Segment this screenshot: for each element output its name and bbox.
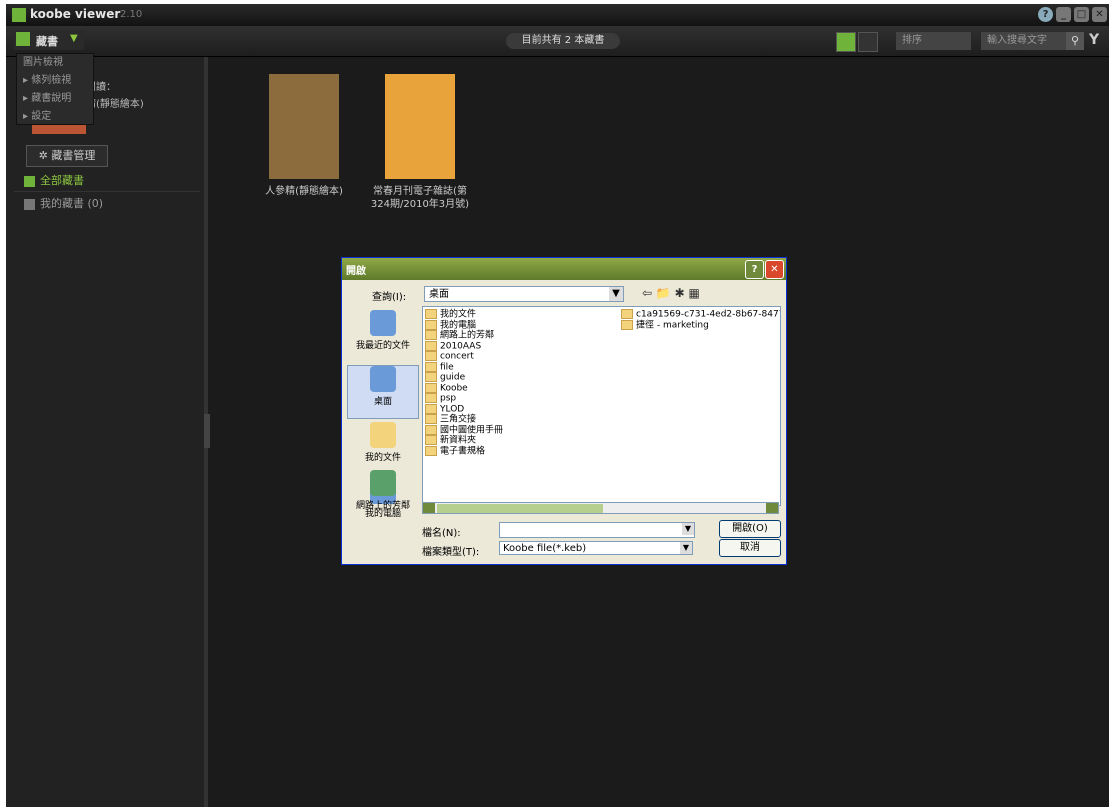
- search-input[interactable]: 輸入搜尋文字: [981, 32, 1069, 50]
- place-recent[interactable]: 我最近的文件: [348, 310, 418, 362]
- file-item[interactable]: 網路上的芳鄰: [425, 330, 503, 341]
- file-item[interactable]: concert: [425, 351, 503, 362]
- horizontal-scrollbar[interactable]: [422, 502, 779, 514]
- menu-item-grid-view[interactable]: 圖片檢視: [17, 54, 93, 72]
- menu-item-help[interactable]: ▸ 藏書說明: [17, 90, 93, 108]
- menu-item-list-view[interactable]: ▸ 條列檢視: [17, 72, 93, 90]
- desktop-icon: [370, 366, 396, 392]
- my-documents-icon: [370, 422, 396, 448]
- filetype-label: 檔案類型(T):: [422, 547, 480, 558]
- search-icon[interactable]: ⚲: [1066, 32, 1084, 50]
- recent-documents-icon: [370, 310, 396, 336]
- network-icon: [370, 470, 396, 496]
- file-item[interactable]: file: [425, 361, 503, 372]
- filename-label: 檔名(N):: [422, 528, 461, 539]
- folder-icon: [425, 445, 437, 456]
- sidebar: 前次閱讀： 人參精(靜態繪本) ✲ 藏書管理 全部藏書 我的藏書 (0): [6, 57, 208, 807]
- list-view-button[interactable]: [858, 32, 878, 52]
- folder-icon: [425, 393, 437, 403]
- sidebar-item-my-books[interactable]: 我的藏書 (0): [24, 195, 103, 213]
- folder-icon: [425, 372, 437, 382]
- sort-select[interactable]: 排序: [896, 32, 971, 50]
- folder-icon: [425, 330, 437, 340]
- place-network[interactable]: 網路上的芳鄰: [348, 466, 418, 518]
- book-cover[interactable]: [385, 74, 455, 179]
- file-item[interactable]: psp: [425, 393, 503, 404]
- maximize-icon[interactable]: □: [1074, 7, 1089, 22]
- file-item[interactable]: Koobe: [425, 382, 503, 393]
- folder-icon: [425, 414, 437, 424]
- file-item[interactable]: 2010AAS: [425, 340, 503, 351]
- folder-icon: [425, 351, 437, 361]
- file-item[interactable]: 電子書規格: [425, 445, 503, 456]
- file-item[interactable]: 捷徑 - marketing: [621, 319, 780, 330]
- dialog-title: 開啟: [346, 266, 366, 277]
- file-item[interactable]: 三角交接: [425, 414, 503, 425]
- filename-input[interactable]: ▼: [499, 522, 695, 538]
- menu-item-settings[interactable]: ▸ 設定: [17, 108, 93, 126]
- app-version: 2.10: [120, 9, 143, 20]
- file-item[interactable]: 我的文件: [425, 309, 503, 320]
- place-desktop[interactable]: 桌面: [347, 365, 419, 419]
- library-icon: [16, 32, 30, 46]
- open-button[interactable]: 開啟(O): [719, 520, 781, 538]
- chevron-down-icon: ▼: [609, 287, 623, 301]
- filetype-select[interactable]: Koobe file(*.keb) ▼: [499, 541, 693, 555]
- library-menu-button[interactable]: 藏書 ▼: [14, 30, 84, 50]
- book-item[interactable]: 常春月刊電子雜誌(第324期/2010年3月號): [370, 74, 470, 211]
- book-title: 常春月刊電子雜誌(第324期/2010年3月號): [370, 186, 470, 210]
- folder-icon: [425, 361, 437, 372]
- help-icon[interactable]: ?: [1038, 7, 1053, 22]
- title-bar: koobe viewer 2.10 ? _ □ ✕: [6, 4, 1109, 26]
- chevron-down-icon: ▼: [682, 523, 694, 535]
- library-manager-button[interactable]: ✲ 藏書管理: [26, 145, 108, 167]
- folder-icon: [425, 424, 437, 435]
- look-in-select[interactable]: 桌面 ▼: [424, 286, 624, 302]
- book-title: 人參精(靜態繪本): [265, 186, 343, 197]
- close-icon[interactable]: ✕: [765, 260, 784, 279]
- open-file-dialog: 開啟 ? ✕ 查詢(I): 桌面 ▼ ⇦ 📁 ✱ ▦ 我最近的文件 桌面 我的文…: [341, 257, 787, 565]
- file-item[interactable]: guide: [425, 372, 503, 383]
- library-dropdown-menu: 圖片檢視 ▸ 條列檢視 ▸ 藏書說明 ▸ 設定: [16, 53, 94, 125]
- dialog-caption: 開啟 ? ✕: [342, 258, 786, 280]
- chevron-down-icon: ▼: [680, 542, 692, 554]
- file-item[interactable]: c1a91569-c731-4ed2-8b67-8477895d: [621, 309, 780, 320]
- koobe-logo-icon: [12, 8, 26, 22]
- toolbar: 藏書 ▼ 目前共有 2 本藏書 排序 輸入搜尋文字 ⚲ Y: [6, 26, 1109, 57]
- sidebar-collapse-handle[interactable]: [204, 414, 210, 448]
- grid-view-button[interactable]: [836, 32, 856, 52]
- close-icon[interactable]: ✕: [1092, 7, 1107, 22]
- file-item[interactable]: YLOD: [425, 403, 503, 414]
- folder-icon: [621, 319, 633, 330]
- library-menu-label: 藏書: [36, 35, 58, 48]
- folder-icon: [425, 340, 437, 351]
- tools-icon[interactable]: Y: [1089, 32, 1099, 48]
- cancel-button[interactable]: 取消: [719, 539, 781, 557]
- folder-icon: [621, 309, 633, 319]
- app-name: koobe viewer: [30, 7, 121, 21]
- folder-icon: [425, 309, 437, 319]
- book-cover[interactable]: [269, 74, 339, 179]
- gear-icon: ✲: [38, 149, 52, 162]
- file-list[interactable]: 我的文件 我的電腦 網路上的芳鄰 2010AAS concert file guide Koo…: [422, 306, 781, 506]
- scroll-right-icon: [766, 503, 778, 513]
- folder-icon: [425, 403, 437, 414]
- look-in-label: 查詢(I):: [372, 292, 407, 303]
- chevron-down-icon: ▼: [70, 33, 78, 44]
- library-icon: [24, 198, 35, 210]
- folder-icon: [425, 435, 437, 445]
- folder-icon: [425, 382, 437, 393]
- scroll-left-icon: [423, 503, 435, 513]
- file-item[interactable]: 新資料夾: [425, 435, 503, 446]
- book-count-text: 目前共有 2 本藏書: [506, 33, 620, 49]
- folder-icon: [425, 319, 437, 330]
- minimize-icon[interactable]: _: [1056, 7, 1071, 22]
- dialog-nav-buttons[interactable]: ⇦ 📁 ✱ ▦: [642, 286, 700, 300]
- book-item[interactable]: 人參精(靜態繪本): [254, 74, 354, 198]
- file-item[interactable]: 我的電腦: [425, 319, 503, 330]
- library-icon: [24, 175, 35, 187]
- help-icon[interactable]: ?: [745, 260, 764, 279]
- file-item[interactable]: 國中圖使用手冊: [425, 424, 503, 435]
- sidebar-item-all-books[interactable]: 全部藏書: [24, 172, 84, 190]
